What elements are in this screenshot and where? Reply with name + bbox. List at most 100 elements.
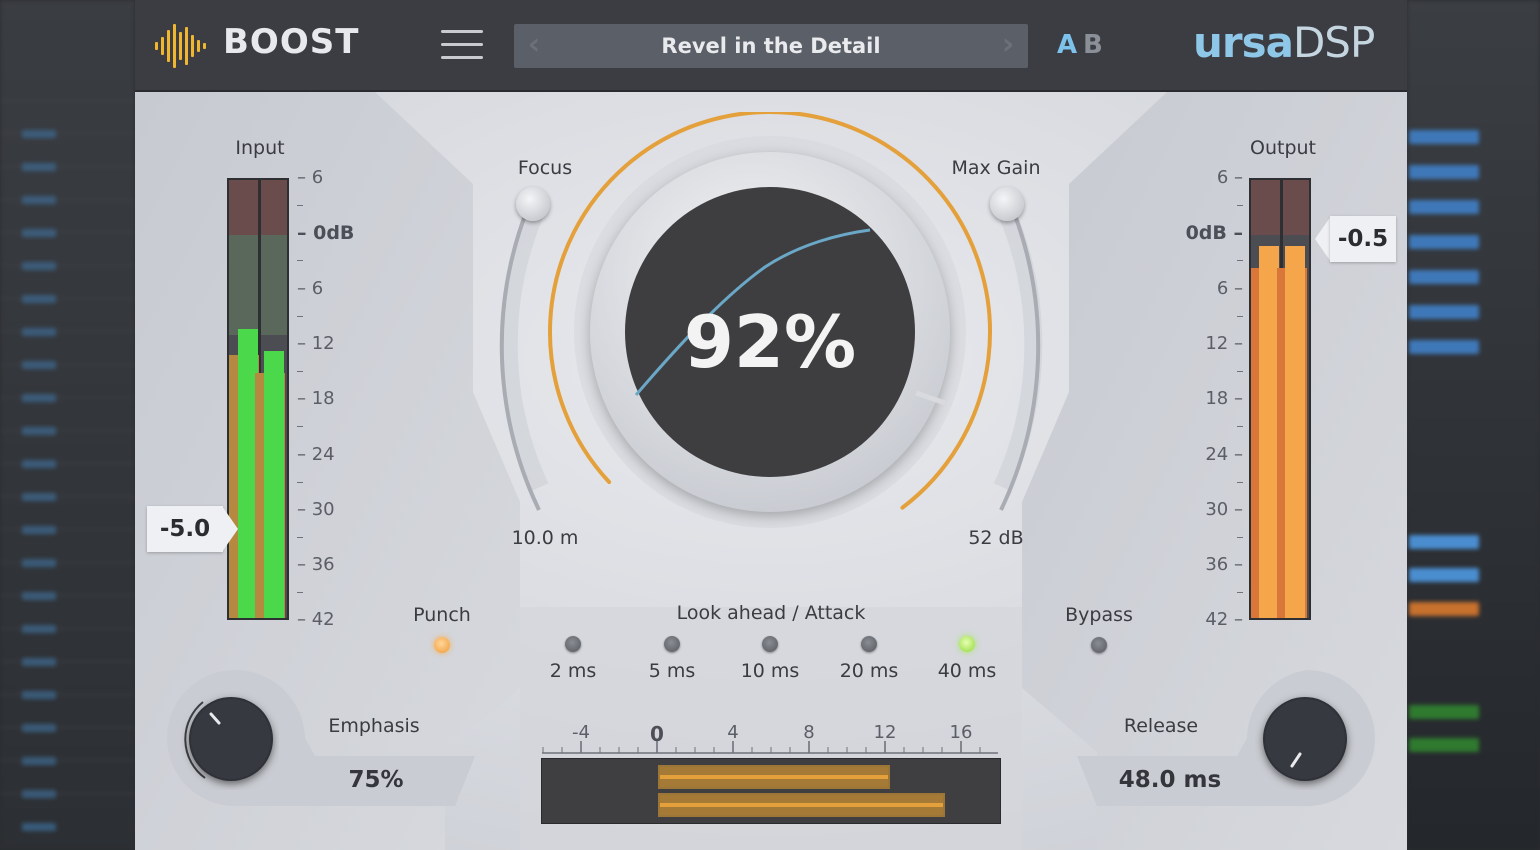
output-meter <box>1249 178 1311 620</box>
lookahead-option-label: 10 ms <box>740 660 800 682</box>
host-track-row <box>0 232 135 233</box>
release-value[interactable]: 48.0 ms <box>1110 767 1230 793</box>
host-track-clip <box>22 559 56 567</box>
gr-bar-top <box>658 765 890 789</box>
meter-scale-tick <box>297 536 303 538</box>
meter-scale-tick <box>1237 536 1243 538</box>
host-track-clip <box>22 262 56 270</box>
host-track-row <box>0 100 135 101</box>
meter-scale-tick <box>1237 481 1243 483</box>
lookahead-option-label: 2 ms <box>549 660 597 682</box>
meter-scale-tick <box>1237 592 1243 594</box>
host-daw-background-left <box>0 0 135 850</box>
emphasis-knob[interactable] <box>179 690 279 790</box>
preset-selector[interactable]: ‹ Revel in the Detail › <box>514 24 1028 68</box>
host-track-clip <box>22 130 56 138</box>
host-track-row <box>0 760 135 761</box>
ab-button-b[interactable]: B <box>1083 30 1103 60</box>
host-clip-block <box>1409 235 1479 249</box>
release-knob[interactable] <box>1255 690 1355 790</box>
meter-scale-tick <box>1237 426 1243 428</box>
emphasis-label: Emphasis <box>328 715 420 737</box>
gr-bar-bottom <box>658 793 945 817</box>
host-clip-block <box>1409 305 1479 319</box>
host-track-row <box>0 628 135 629</box>
input-meter <box>227 178 289 620</box>
host-track-clip <box>22 427 56 435</box>
meter-scale-tick <box>1237 205 1243 206</box>
lookahead-option-1-toggle[interactable] <box>664 636 680 652</box>
meter-scale-label: 24 – <box>1205 443 1243 465</box>
host-track-clip <box>22 625 56 633</box>
meter-scale-tick <box>297 260 303 262</box>
meter-scale-label: 18 – <box>1205 388 1243 410</box>
lookahead-option-0-toggle[interactable] <box>565 636 581 652</box>
host-track-row <box>0 595 135 596</box>
host-track-clip <box>22 691 56 699</box>
emphasis-value[interactable]: 75% <box>331 767 421 793</box>
meter-scale-label: 30 – <box>1205 498 1243 520</box>
host-track-clip <box>22 757 56 765</box>
menu-icon[interactable] <box>441 30 483 62</box>
output-value[interactable]: -0.5 <box>1330 216 1396 262</box>
output-meter-bar <box>1285 245 1305 618</box>
meter-scale-tick <box>297 481 303 483</box>
lookahead-label: Look ahead / Attack <box>676 602 866 624</box>
host-track-clip <box>22 493 56 501</box>
host-track-clip <box>22 592 56 600</box>
meter-scale-tick <box>297 205 303 206</box>
host-track-clip <box>22 328 56 336</box>
meter-scale-label: – 6 <box>297 277 324 299</box>
host-track-clip <box>22 361 56 369</box>
host-track-clip <box>22 295 56 303</box>
gr-axis <box>542 741 998 754</box>
host-track-clip <box>22 526 56 534</box>
input-value[interactable]: -5.0 <box>147 506 223 552</box>
host-track-clip <box>22 823 56 831</box>
host-track-clip <box>22 196 56 204</box>
meter-scale-tick <box>1237 370 1243 372</box>
lookahead-option-3-toggle[interactable] <box>861 636 877 652</box>
release-label: Release <box>1123 715 1199 737</box>
boost-plugin-window: BOOST ‹ Revel in the Detail › A B ursaDS… <box>135 0 1407 850</box>
host-track-row <box>0 364 135 365</box>
ab-button-a[interactable]: A <box>1057 30 1077 60</box>
preset-name: Revel in the Detail <box>661 34 881 58</box>
preset-prev-icon[interactable]: ‹ <box>520 24 548 68</box>
host-clip-block <box>1409 602 1479 616</box>
input-label: Input <box>235 137 285 159</box>
punch-toggle[interactable] <box>434 637 450 653</box>
punch-label: Punch <box>413 604 471 626</box>
host-track-row <box>0 562 135 563</box>
meter-scale-label: 0dB – <box>1185 222 1243 245</box>
lookahead-option-4-toggle[interactable] <box>959 636 975 652</box>
lookahead-option-label: 5 ms <box>648 660 696 682</box>
host-track-row <box>0 661 135 662</box>
host-track-row <box>0 463 135 464</box>
lookahead-option-label: 20 ms <box>839 660 899 682</box>
host-clip-block <box>1409 340 1479 354</box>
meter-scale-label: 6 – <box>1216 167 1243 188</box>
host-track-clip <box>22 229 56 237</box>
host-clip-block <box>1409 705 1479 719</box>
host-track-row <box>0 199 135 200</box>
product-name: BOOST <box>223 22 360 62</box>
preset-next-icon[interactable]: › <box>994 24 1022 68</box>
host-track-clip <box>22 658 56 666</box>
host-track-clip <box>22 460 56 468</box>
meter-scale-label: – 18 <box>297 388 335 410</box>
meter-scale-label: 6 – <box>1216 277 1243 299</box>
lookahead-option-2-toggle[interactable] <box>762 636 778 652</box>
meter-scale-label: – 36 <box>297 554 335 576</box>
meter-scale-label: – 30 <box>297 498 335 520</box>
input-meter-bar <box>264 350 284 618</box>
waveform-logo-icon <box>155 24 206 68</box>
bypass-toggle[interactable] <box>1091 637 1107 653</box>
host-track-clip <box>22 163 56 171</box>
meter-scale-tick <box>297 592 303 594</box>
host-clip-block <box>1409 738 1479 752</box>
host-track-row <box>0 166 135 167</box>
meter-scale-label: 36 – <box>1205 554 1243 576</box>
meter-scale-label: – 24 <box>297 443 335 465</box>
host-clip-block <box>1409 130 1479 144</box>
